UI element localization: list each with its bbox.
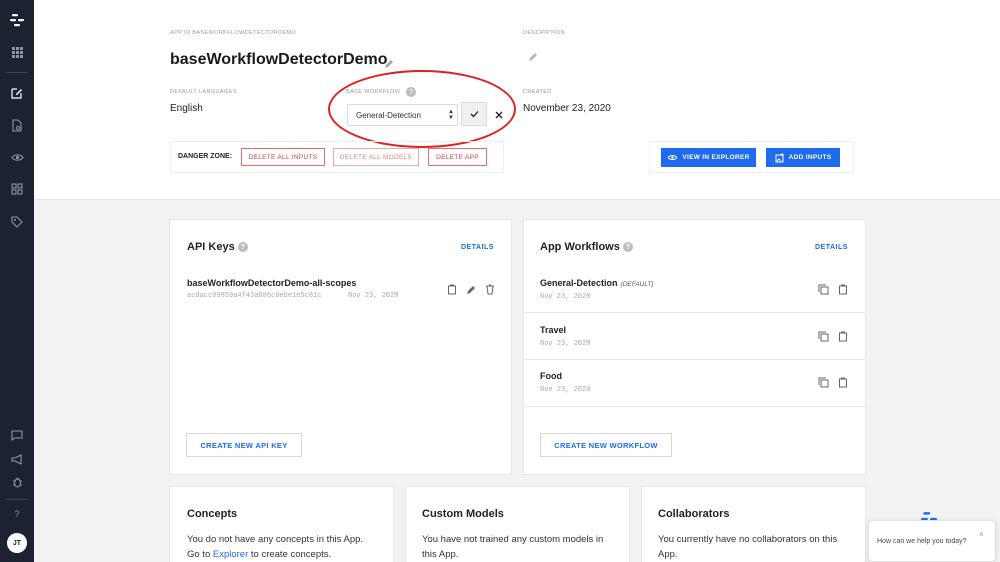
edit-name-pencil-icon[interactable] <box>384 56 394 68</box>
delete-app-button[interactable]: DELETE APP <box>428 148 487 166</box>
custom-models-title: Custom Models <box>422 508 504 520</box>
concepts-line2-pre: Go to <box>187 549 213 560</box>
edit-icon[interactable] <box>0 82 34 104</box>
sidebar-divider <box>6 499 28 500</box>
delete-key-trash-icon[interactable] <box>485 282 496 295</box>
custom-models-line2: this App. <box>422 549 459 560</box>
edit-key-pencil-icon[interactable] <box>466 282 477 294</box>
description-label: DESCRIPTION <box>523 30 565 36</box>
bug-icon[interactable] <box>0 471 34 493</box>
workflow-divider <box>524 406 865 407</box>
custom-models-line1: You have not trained any custom models i… <box>422 534 604 545</box>
app-name-title: baseWorkflowDetectorDemo <box>170 51 388 68</box>
duplicate-workflow-icon[interactable] <box>818 282 829 295</box>
app-id-label: APP ID baseWorkflowDetectorDemo <box>170 30 297 36</box>
tag-icon[interactable] <box>0 211 34 233</box>
default-language-value: English <box>170 103 203 114</box>
view-in-explorer-button[interactable]: VIEW IN EXPLORER <box>661 148 756 167</box>
collaborators-empty-text: You currently have no collaborators on t… <box>658 532 837 562</box>
add-inputs-button[interactable]: ADD INPUTS <box>766 148 840 167</box>
avatar[interactable]: JT <box>7 533 27 553</box>
duplicate-workflow-icon[interactable] <box>818 329 829 342</box>
api-key-name: baseWorkflowDetectorDemo-all-scopes <box>187 278 357 288</box>
apps-icon[interactable] <box>0 178 34 200</box>
concepts-line2: Go to Explorer to create concepts. <box>187 547 363 562</box>
workflow-name[interactable]: Food <box>540 371 562 381</box>
api-key-value: acdacc09859a4f43a086c6ebe1e5c81c <box>187 292 322 300</box>
concepts-line1: You do not have any concepts in this App… <box>187 534 364 545</box>
workflow-date: Nov 23, 2020 <box>540 340 591 348</box>
copy-workflow-icon[interactable] <box>838 329 849 342</box>
create-new-api-key-button[interactable]: CREATE NEW API KEY <box>186 433 302 457</box>
megaphone-icon[interactable] <box>0 448 34 470</box>
logo-icon[interactable] <box>0 9 34 31</box>
collaborators-title: Collaborators <box>658 508 730 520</box>
copy-workflow-icon[interactable] <box>838 375 849 388</box>
help-icon[interactable]: ? <box>0 503 34 525</box>
eye-icon <box>667 154 678 161</box>
chat-close-icon[interactable]: × <box>979 530 984 539</box>
chat-icon[interactable] <box>0 424 34 446</box>
create-new-workflow-button[interactable]: CREATE NEW WORKFLOW <box>540 433 672 457</box>
delete-all-inputs-button[interactable]: DELETE ALL INPUTS <box>241 148 325 166</box>
api-key-date: Nov 23, 2020 <box>348 292 399 300</box>
api-keys-help-icon[interactable]: ? <box>237 242 248 253</box>
sidebar: ? JT <box>0 0 34 562</box>
api-keys-title: API Keys? <box>187 241 248 253</box>
eye-icon[interactable] <box>0 146 34 168</box>
workflow-divider <box>524 359 865 360</box>
collaborators-line1: You currently have no collaborators on t… <box>658 534 838 545</box>
workflow-name[interactable]: General-Detection (DEFAULT) <box>540 278 654 288</box>
workflow-date: Nov 23, 2020 <box>540 386 591 394</box>
created-value: November 23, 2020 <box>523 103 611 114</box>
collaborators-line2: App. <box>658 549 678 560</box>
app-workflows-title: App Workflows? <box>540 241 633 253</box>
chat-prompt: How can we help you today? <box>877 538 967 545</box>
workflow-divider <box>524 312 865 313</box>
edit-description-pencil-icon[interactable] <box>528 49 538 61</box>
api-keys-details-link[interactable]: DETAILS <box>461 244 494 251</box>
created-label: CREATED <box>523 89 552 95</box>
add-inputs-label: ADD INPUTS <box>788 154 832 161</box>
explorer-link[interactable]: Explorer <box>213 549 248 560</box>
document-search-icon[interactable] <box>0 114 34 136</box>
delete-all-models-button[interactable]: DELETE ALL MODELS <box>333 148 419 166</box>
concepts-title: Concepts <box>187 508 238 520</box>
concepts-empty-text: You do not have any concepts in this App… <box>187 532 363 562</box>
duplicate-workflow-icon[interactable] <box>818 375 829 388</box>
sidebar-divider <box>6 72 28 73</box>
danger-zone-label: DANGER ZONE: <box>178 153 233 160</box>
grid-icon[interactable] <box>0 41 34 63</box>
add-image-icon <box>775 152 784 162</box>
default-workflow-tag: (DEFAULT) <box>620 281 654 288</box>
custom-models-empty-text: You have not trained any custom models i… <box>422 532 603 562</box>
highlight-annotation <box>328 70 516 148</box>
copy-key-icon[interactable] <box>447 282 458 295</box>
default-languages-label: DEFAULT LANGUAGES <box>170 89 237 95</box>
view-in-explorer-label: VIEW IN EXPLORER <box>682 154 750 161</box>
app-workflows-details-link[interactable]: DETAILS <box>815 244 848 251</box>
app-workflows-help-icon[interactable]: ? <box>622 242 633 253</box>
workflow-date: Nov 23, 2020 <box>540 293 591 301</box>
copy-workflow-icon[interactable] <box>838 282 849 295</box>
concepts-line2-post: to create concepts. <box>248 549 332 560</box>
workflow-name[interactable]: Travel <box>540 325 566 335</box>
